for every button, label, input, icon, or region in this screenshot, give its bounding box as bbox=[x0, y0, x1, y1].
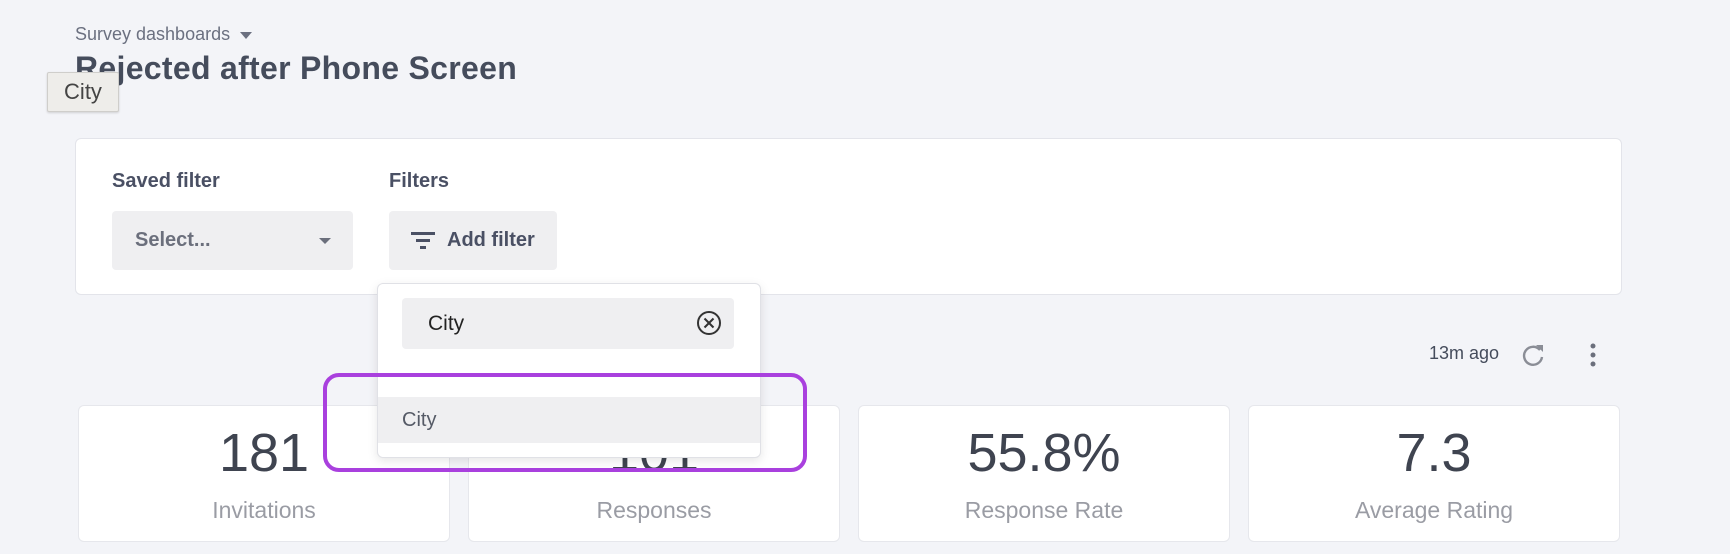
filter-dropdown: City City bbox=[377, 283, 761, 458]
metric-card-average-rating: 7.3 Average Rating bbox=[1248, 405, 1620, 542]
last-updated: 13m ago bbox=[1429, 343, 1500, 363]
option-label: City bbox=[402, 408, 437, 431]
metric-label: Response Rate bbox=[964, 497, 1124, 524]
metric-value: 7.3 bbox=[1396, 423, 1472, 483]
saved-filter-label: Saved filter bbox=[112, 170, 220, 192]
more-vertical-icon[interactable] bbox=[1583, 342, 1603, 368]
saved-filter-value: Select... bbox=[135, 229, 211, 251]
metric-card-response-rate: 55.8% Response Rate bbox=[858, 405, 1230, 542]
metric-label: Invitations bbox=[212, 497, 316, 524]
page-title: Rejected after Phone Screen bbox=[75, 50, 518, 86]
chevron-down-icon bbox=[319, 238, 331, 244]
refresh-icon[interactable] bbox=[1520, 342, 1546, 368]
metric-value: 55.8% bbox=[967, 423, 1121, 483]
metric-label: Responses bbox=[596, 497, 712, 524]
add-filter-button[interactable]: Add filter bbox=[389, 211, 557, 270]
filter-icon bbox=[411, 231, 435, 249]
filters-label: Filters bbox=[389, 170, 450, 192]
metric-label: Average Rating bbox=[1354, 497, 1514, 524]
add-filter-label: Add filter bbox=[447, 229, 535, 251]
filter-search-value: City bbox=[428, 311, 465, 335]
clear-icon[interactable] bbox=[696, 310, 722, 336]
filter-option-city[interactable]: City bbox=[378, 397, 760, 443]
saved-filter-select[interactable]: Select... bbox=[112, 211, 353, 270]
breadcrumb-label: Survey dashboards bbox=[75, 24, 231, 44]
filter-search-input[interactable]: City bbox=[402, 298, 734, 349]
chevron-down-icon bbox=[240, 31, 253, 39]
tooltip: City bbox=[47, 72, 119, 112]
breadcrumb[interactable]: Survey dashboards bbox=[75, 24, 253, 45]
